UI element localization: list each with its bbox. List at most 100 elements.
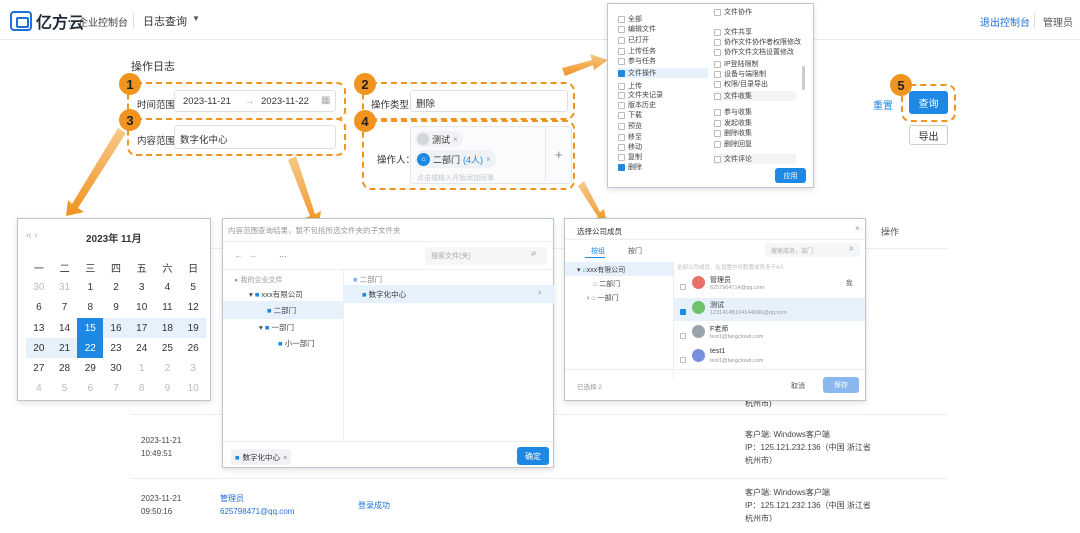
- checkbox[interactable]: [618, 101, 625, 109]
- member-search-input[interactable]: 搜索成员，或门 ⌕: [765, 243, 860, 257]
- checkbox[interactable]: [714, 92, 721, 100]
- checkbox[interactable]: [618, 111, 625, 119]
- calendar-day[interactable]: 30: [103, 358, 129, 378]
- optype-option[interactable]: 文件协作: [714, 7, 752, 17]
- calendar-day[interactable]: 21: [51, 338, 78, 359]
- checkbox[interactable]: [714, 108, 721, 116]
- scrollbar[interactable]: [802, 66, 805, 90]
- confirm-button[interactable]: 确定: [517, 447, 549, 465]
- calendar-day[interactable]: 2: [155, 358, 181, 378]
- optype-option[interactable]: 版本历史: [618, 100, 656, 110]
- search-icon[interactable]: ⌕: [849, 243, 854, 254]
- tree-item[interactable]: ■ 小一部门: [278, 338, 315, 349]
- calendar-day[interactable]: 30: [26, 277, 52, 297]
- optype-option[interactable]: 预览: [618, 121, 642, 131]
- checkbox[interactable]: [618, 36, 625, 44]
- calendar-day[interactable]: 15: [77, 317, 104, 339]
- apply-button[interactable]: 应用: [775, 168, 806, 183]
- optype-option[interactable]: 发起收集: [714, 118, 752, 128]
- calendar-day[interactable]: 10: [180, 379, 206, 399]
- calendar-day[interactable]: 29: [77, 358, 103, 378]
- checkbox[interactable]: [714, 140, 721, 148]
- checkbox[interactable]: [618, 69, 625, 77]
- checkbox[interactable]: [714, 38, 721, 46]
- tree-item[interactable]: › ⌂ 一部门: [587, 293, 618, 303]
- optype-option[interactable]: 文件收集: [714, 91, 796, 101]
- tab-group[interactable]: 按组: [591, 246, 605, 256]
- tree-item[interactable]: ▾ ■ xxx有限公司: [249, 289, 303, 300]
- calendar-day[interactable]: 3: [129, 277, 155, 297]
- checkbox[interactable]: [618, 133, 625, 141]
- calendar-day[interactable]: 24: [129, 338, 155, 358]
- calendar-day[interactable]: 23: [103, 338, 129, 358]
- checkbox[interactable]: [714, 119, 721, 127]
- search-icon[interactable]: ⌕: [531, 248, 537, 259]
- cancel-button[interactable]: 取消: [791, 381, 805, 391]
- checkbox[interactable]: [680, 354, 686, 366]
- calendar-day[interactable]: 17: [128, 317, 155, 339]
- checkbox[interactable]: [714, 48, 721, 56]
- optype-option[interactable]: 删除收集: [714, 128, 752, 138]
- calendar-day[interactable]: 5: [52, 379, 78, 399]
- checkbox[interactable]: [618, 143, 625, 151]
- calendar-day[interactable]: 6: [77, 379, 103, 399]
- calendar-day[interactable]: 1: [129, 358, 155, 378]
- optype-option[interactable]: 文件夹记录: [618, 90, 663, 100]
- calendar-day[interactable]: 31: [52, 277, 78, 297]
- tree-item[interactable]: ⌂ 二部门: [593, 279, 620, 289]
- optype-option[interactable]: 删除: [618, 162, 642, 172]
- optype-option[interactable]: 文件操作: [618, 68, 708, 78]
- member-row[interactable]: test1 test1@fangcloud.com: [674, 346, 865, 369]
- optype-option[interactable]: 编辑文件: [618, 24, 656, 34]
- optype-option[interactable]: 移至: [618, 132, 642, 142]
- right-list-item[interactable]: ■ 二部门: [353, 274, 382, 285]
- calendar-day[interactable]: 22: [77, 338, 104, 359]
- tree-item[interactable]: ▾ ■ 一部门: [259, 322, 294, 333]
- calendar-day[interactable]: 3: [180, 358, 206, 378]
- close-icon[interactable]: ×: [283, 453, 287, 462]
- calendar-day[interactable]: 11: [155, 298, 181, 318]
- calendar-day[interactable]: 14: [52, 318, 78, 338]
- optype-option[interactable]: 复制: [618, 152, 642, 162]
- calendar-day[interactable]: 16: [103, 317, 129, 339]
- optype-option[interactable]: 协作文件协作者权限修改: [714, 37, 801, 47]
- checkbox[interactable]: [618, 91, 625, 99]
- checkbox[interactable]: [618, 25, 625, 33]
- tree-item[interactable]: ▾ ⌂xxx有限公司: [577, 265, 625, 275]
- optype-option[interactable]: 参与任务: [618, 56, 656, 66]
- optype-option[interactable]: 上传任务: [618, 46, 656, 56]
- optype-option[interactable]: 权限/目录导出: [714, 79, 768, 89]
- calendar-day[interactable]: 18: [154, 317, 181, 339]
- optype-option[interactable]: 全部: [618, 14, 642, 24]
- checkbox[interactable]: [618, 57, 625, 65]
- calendar-day[interactable]: 26: [180, 338, 206, 358]
- checkbox[interactable]: [618, 82, 625, 90]
- optype-option[interactable]: 参与收集: [714, 107, 752, 117]
- optype-option[interactable]: 文件评论: [714, 154, 796, 164]
- right-list-item-selected[interactable]: ■ 数字化中心 ›: [344, 285, 554, 303]
- back-icon[interactable]: ←: [234, 250, 243, 260]
- tree-item[interactable]: ▸ 我的企业文件: [235, 275, 282, 285]
- checkbox[interactable]: [680, 330, 686, 342]
- calendar-day[interactable]: 9: [103, 298, 129, 318]
- calendar-day[interactable]: 10: [129, 298, 155, 318]
- calendar-day[interactable]: 8: [77, 298, 103, 318]
- checkbox[interactable]: [680, 281, 686, 293]
- calendar-day[interactable]: 6: [26, 298, 52, 318]
- optype-option[interactable]: 设备与端限制: [714, 69, 766, 79]
- checkbox[interactable]: [714, 129, 721, 137]
- checkbox[interactable]: [618, 163, 625, 171]
- checkbox[interactable]: [618, 122, 625, 130]
- optype-option[interactable]: IP登陆限制: [714, 59, 759, 69]
- calendar-day[interactable]: 8: [129, 379, 155, 399]
- optype-option[interactable]: 删除回复: [714, 139, 752, 149]
- checkbox[interactable]: [618, 15, 625, 23]
- calendar-day[interactable]: 4: [26, 379, 52, 399]
- calendar-day[interactable]: 2: [103, 277, 129, 297]
- save-button[interactable]: 保存: [823, 377, 859, 393]
- calendar-day[interactable]: 7: [52, 298, 78, 318]
- tab-dept[interactable]: 按门: [628, 246, 642, 256]
- forward-icon[interactable]: →: [248, 250, 257, 260]
- calendar-day[interactable]: 19: [180, 317, 206, 339]
- calendar-day[interactable]: 27: [26, 358, 52, 378]
